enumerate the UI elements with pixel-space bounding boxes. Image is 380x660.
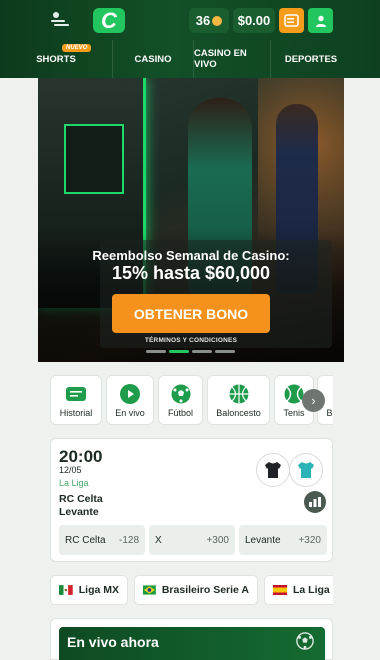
odd-draw[interactable]: X +300: [149, 525, 235, 555]
spain-flag-icon: [273, 585, 287, 595]
category-futbol[interactable]: Fútbol: [158, 375, 203, 425]
category-label: Tenis: [283, 408, 305, 418]
away-kit-icon: [289, 453, 323, 487]
ticket-icon: [66, 384, 86, 404]
menu-icon[interactable]: [51, 11, 69, 27]
league-label: Liga MX: [78, 584, 119, 596]
odd-label: Levante: [245, 534, 281, 546]
stats-icon: [309, 497, 321, 507]
category-label: Historial: [59, 408, 93, 418]
carousel-dot-active[interactable]: [169, 350, 189, 353]
category-baloncesto[interactable]: Baloncesto: [207, 375, 270, 425]
user-icon: [315, 15, 326, 27]
coin-icon: [212, 15, 223, 26]
match-date: 12/05: [59, 465, 82, 475]
tab-casino[interactable]: CASINO: [113, 40, 193, 78]
odd-label: RC Celta: [65, 534, 106, 546]
coins-counter[interactable]: 36: [189, 8, 229, 33]
app-header: C 36 $0.00 NUEVO SHORTS CASINO CASINO EN…: [0, 0, 380, 78]
carousel-dots: [146, 350, 235, 353]
odd-home[interactable]: RC Celta -128: [59, 525, 145, 555]
league-liga-mx[interactable]: Liga MX: [50, 575, 128, 605]
wallet-button[interactable]: [279, 8, 304, 33]
odds-row: RC Celta -128 X +300 Levante +320: [59, 525, 327, 555]
wallet-icon: [284, 14, 299, 27]
odd-value: +320: [298, 534, 321, 546]
sport-categories: Historial En vivo Fútbol Baloncesto Teni…: [50, 375, 333, 425]
odd-value: -128: [118, 534, 139, 546]
league-la-liga[interactable]: La Liga: [264, 575, 333, 605]
odd-away[interactable]: Levante +320: [239, 525, 327, 555]
logo-letter: C: [101, 7, 117, 33]
odd-label: X: [155, 534, 162, 546]
promo-banner[interactable]: Reembolso Semanal de Casino: 15% hasta $…: [38, 78, 344, 362]
balance-display[interactable]: $0.00: [233, 8, 275, 33]
mexico-flag-icon: [59, 585, 73, 595]
get-bonus-button[interactable]: OBTENER BONO: [112, 294, 270, 333]
carousel-dot[interactable]: [146, 350, 166, 353]
top-bar: C 36 $0.00: [0, 0, 380, 40]
carousel-dot[interactable]: [215, 350, 235, 353]
main-nav: NUEVO SHORTS CASINO CASINO EN VIVO DEPOR…: [0, 40, 380, 78]
category-en-vivo[interactable]: En vivo: [106, 375, 154, 425]
atm-screen: [64, 124, 124, 194]
basketball-icon: [229, 384, 249, 404]
tab-label: DEPORTES: [284, 53, 338, 65]
live-now-title: En vivo ahora: [67, 634, 159, 650]
play-icon: [120, 384, 140, 404]
brand-logo[interactable]: C: [93, 8, 125, 33]
terms-link[interactable]: TÉRMINOS Y CONDICIONES: [38, 337, 344, 344]
coins-value: 36: [195, 13, 211, 28]
account-button[interactable]: [308, 8, 333, 33]
league-label: La Liga: [293, 584, 330, 596]
tab-label: SHORTS: [36, 53, 76, 65]
league-label: Brasileiro Serie A: [161, 584, 249, 596]
category-label: Baloncesto: [216, 408, 261, 418]
banner-title: Reembolso Semanal de Casino:: [92, 248, 290, 263]
away-team: Levante: [59, 506, 99, 518]
match-stats-button[interactable]: [304, 491, 326, 513]
category-label: Fútbol: [167, 408, 193, 418]
tab-casino-en-vivo[interactable]: CASINO EN VIVO: [194, 40, 270, 78]
tab-deportes[interactable]: DEPORTES: [271, 40, 351, 78]
odd-value: +300: [206, 534, 229, 546]
balance-value: $0.00: [237, 13, 271, 28]
league-brasileiro[interactable]: Brasileiro Serie A: [134, 575, 258, 605]
carousel-dot[interactable]: [192, 350, 212, 353]
brazil-flag-icon: [143, 585, 156, 595]
soccer-ball-icon: [171, 384, 191, 404]
match-league: La Liga: [59, 478, 89, 488]
tab-shorts[interactable]: NUEVO SHORTS: [0, 40, 112, 78]
home-kit-icon: [256, 453, 290, 487]
banner-subtitle: 15% hasta $60,000: [111, 263, 271, 283]
soccer-ball-icon[interactable]: [296, 632, 314, 650]
match-time: 20:00: [59, 447, 103, 466]
league-chips: Liga MX Brasileiro Serie A La Liga: [50, 575, 333, 605]
new-badge: NUEVO: [62, 44, 92, 52]
home-team: RC Celta: [59, 493, 103, 505]
tab-label: CASINO: [134, 53, 172, 65]
category-label: En vivo: [115, 408, 145, 418]
tab-label: CASINO EN VIVO: [194, 48, 247, 70]
category-historial[interactable]: Historial: [50, 375, 102, 425]
categories-next-button[interactable]: ›: [302, 389, 325, 412]
category-label: Bo: [326, 408, 333, 418]
match-card[interactable]: 20:00 12/05 La Liga RC Celta Levante RC …: [50, 438, 333, 562]
chevron-right-icon: ›: [311, 393, 316, 408]
tennis-ball-icon: [284, 384, 304, 404]
